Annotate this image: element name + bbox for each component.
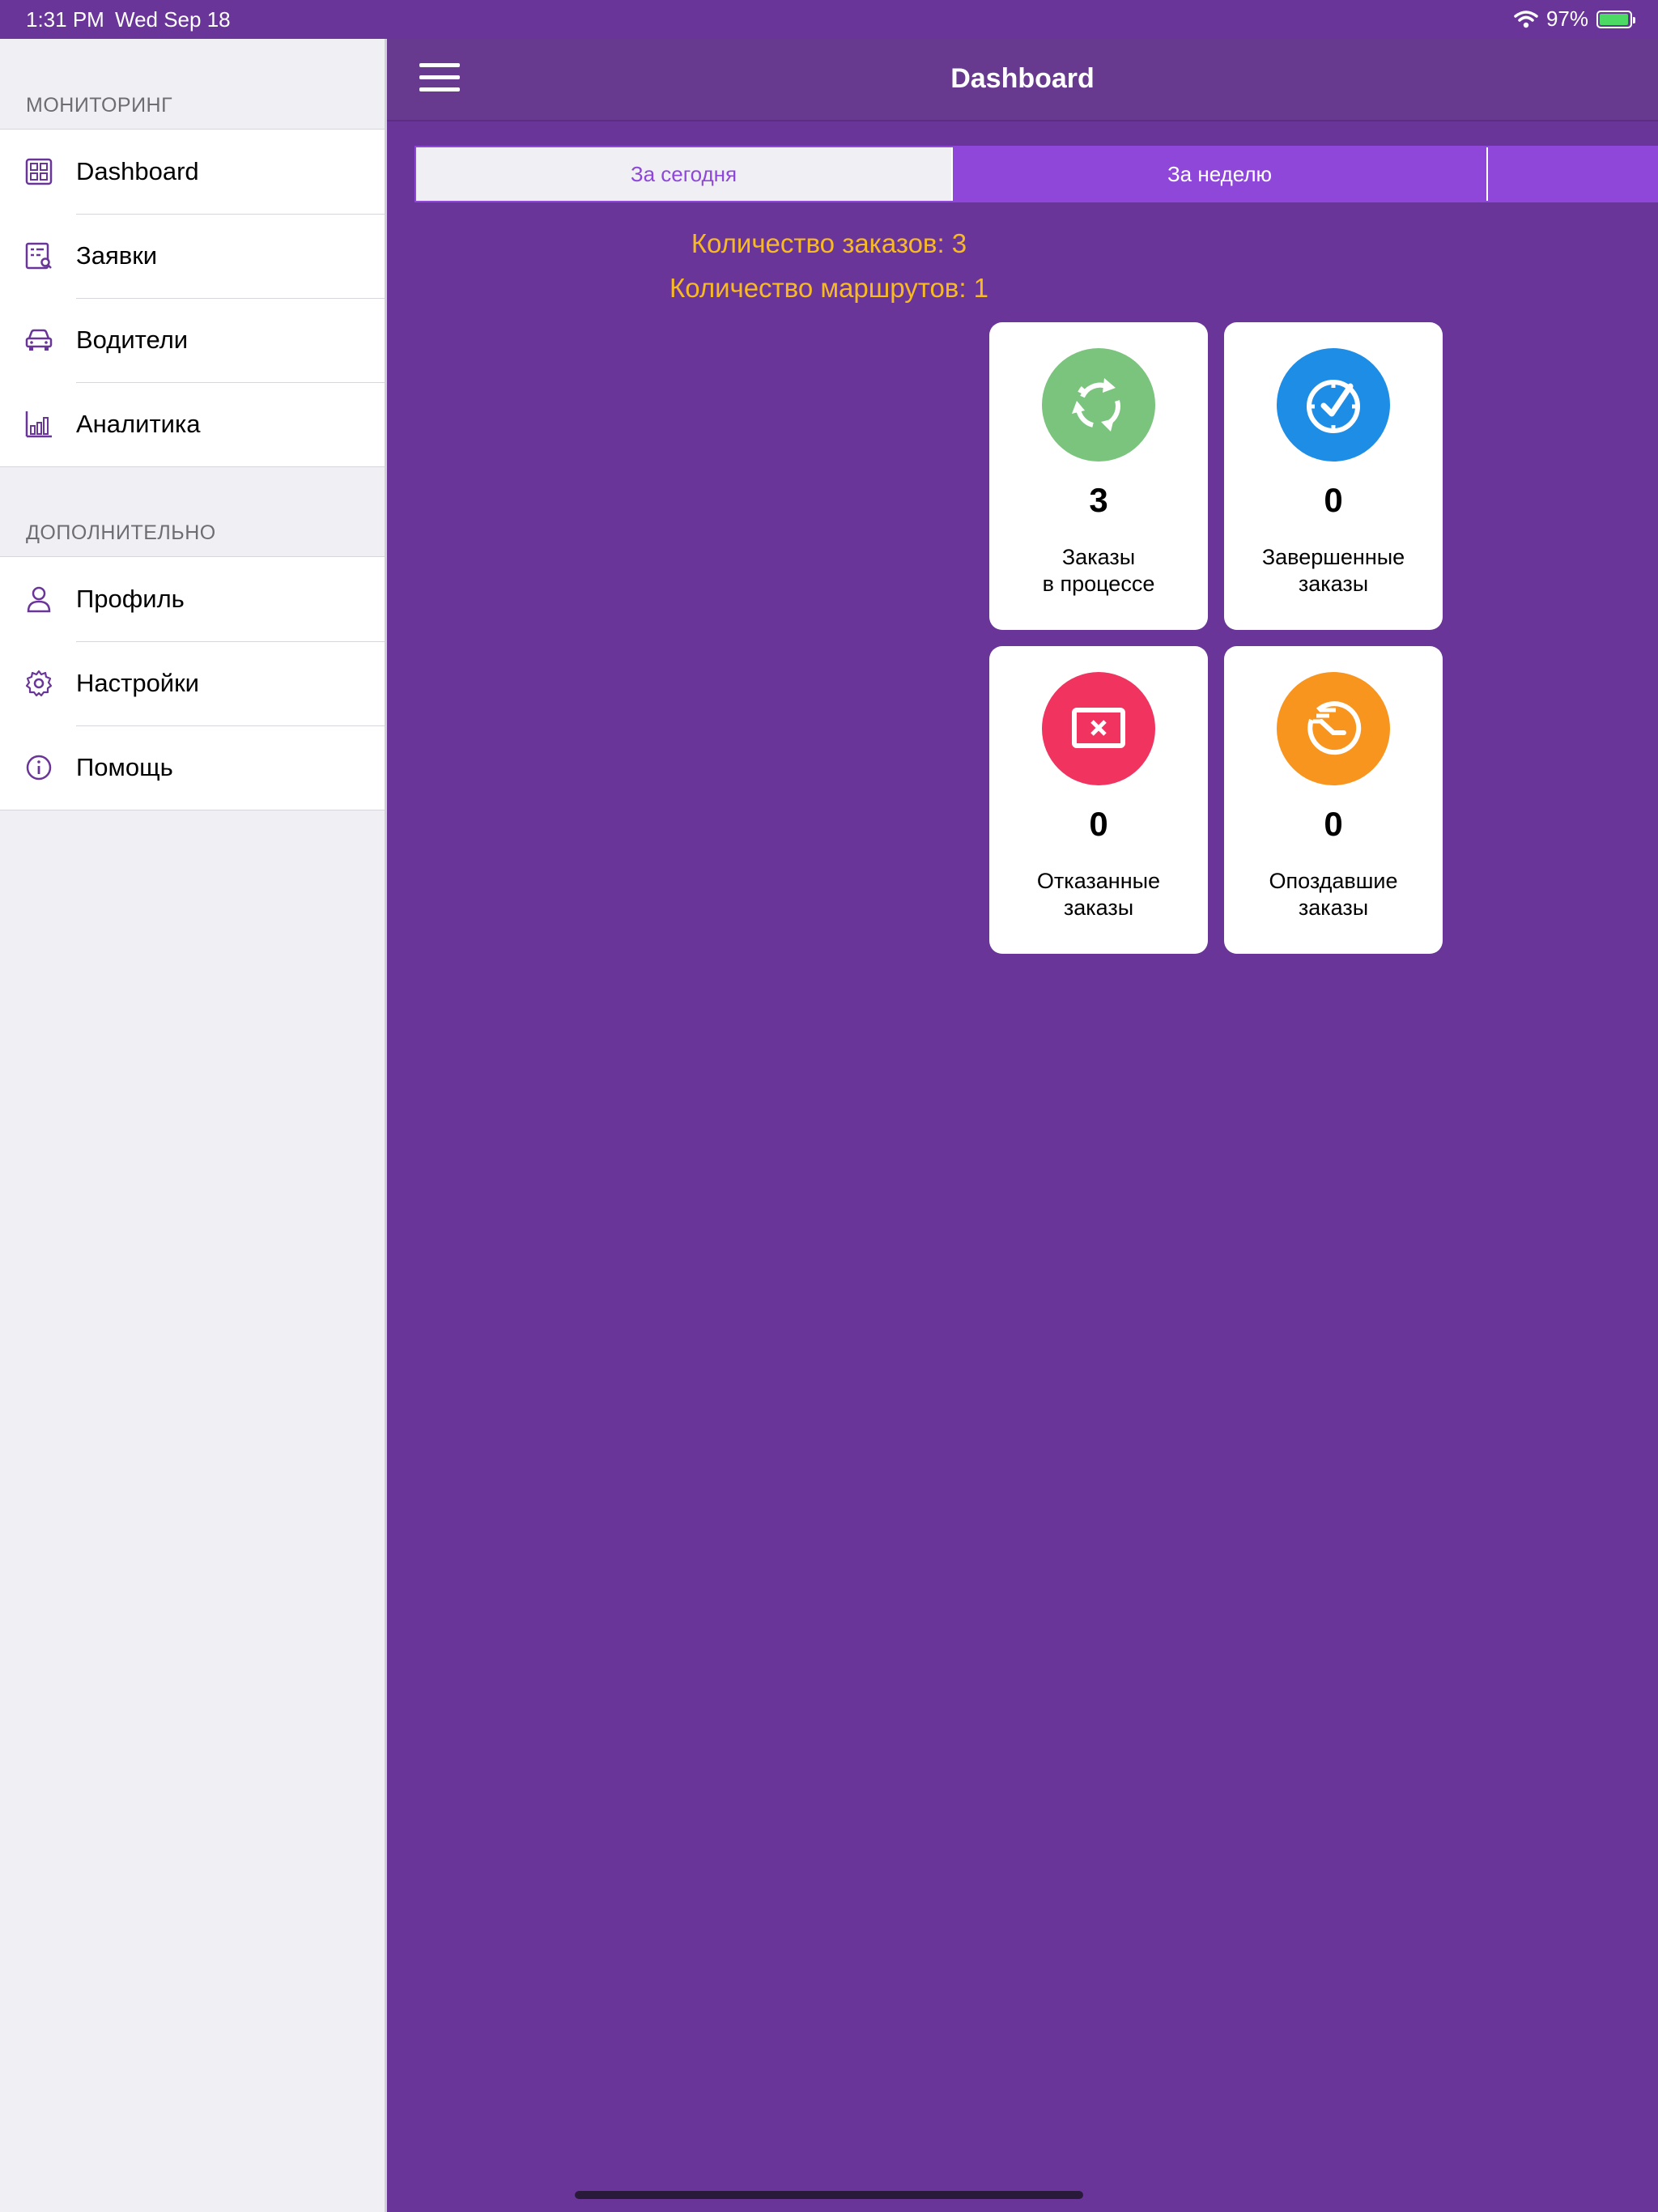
navigation-bar: Dashboard — [387, 39, 1658, 121]
section-header-monitoring: МОНИТОРИНГ — [26, 94, 173, 117]
sidebar-item-label: Аналитика — [76, 410, 201, 438]
sidebar-item-settings[interactable]: Настройки — [0, 641, 385, 725]
status-bar: 1:31 PM Wed Sep 18 97% — [0, 0, 1658, 39]
period-segmented-control: За сегодня За неделю — [414, 146, 1658, 202]
card-orders-in-progress[interactable]: 3 Заказы в процессе — [989, 322, 1208, 630]
card-orders-late[interactable]: 0 Опоздавшие заказы — [1224, 646, 1443, 954]
user-icon — [27, 586, 51, 613]
status-time: 1:31 PM — [26, 7, 104, 32]
routes-count-text: Количество маршрутов: 1 — [669, 273, 989, 303]
refresh-icon — [1072, 378, 1120, 432]
card-value: 0 — [1324, 805, 1343, 843]
card-orders-completed[interactable]: 0 Завершенные заказы — [1224, 322, 1443, 630]
card-value: 0 — [1089, 805, 1108, 843]
page-title: Dashboard — [950, 63, 1095, 94]
card-value: 3 — [1089, 481, 1108, 519]
bar-chart-icon — [25, 411, 52, 438]
orders-count-text: Количество заказов: 3 — [691, 228, 967, 258]
home-indicator[interactable] — [575, 2191, 1083, 2199]
gear-icon — [25, 670, 53, 697]
tab-today[interactable]: За сегодня — [416, 147, 951, 201]
tab-next-partial[interactable] — [1486, 147, 1658, 201]
sidebar-item-label: Профиль — [76, 585, 185, 613]
sidebar-item-label: Настройки — [76, 669, 200, 697]
battery-icon — [1596, 10, 1635, 28]
card-icon-circle — [1042, 672, 1155, 785]
card-label: Завершенные заказы — [1261, 545, 1405, 596]
sidebar-item-dashboard[interactable]: Dashboard — [0, 130, 385, 214]
card-label: Заказы в процессе — [1042, 545, 1155, 596]
sidebar-item-label: Dashboard — [76, 157, 199, 185]
sidebar: МОНИТОРИНГ Dashboard Заявки Водители Ана… — [0, 39, 387, 2212]
card-label: Опоздавшие заказы — [1269, 869, 1398, 920]
info-icon — [26, 755, 52, 781]
late-clock-icon — [1307, 701, 1362, 755]
card-icon-circle — [1042, 348, 1155, 462]
status-right: 97% — [1514, 6, 1635, 32]
sidebar-item-drivers[interactable]: Водители — [0, 298, 385, 382]
menu-group-additional: Профиль Настройки Помощь — [0, 556, 385, 810]
card-value: 0 — [1324, 481, 1343, 519]
car-icon — [25, 329, 53, 351]
sidebar-item-profile[interactable]: Профиль — [0, 557, 385, 641]
sidebar-item-label: Водители — [76, 325, 189, 354]
sidebar-item-analytics[interactable]: Аналитика — [0, 382, 385, 466]
status-date: Wed Sep 18 — [115, 7, 231, 32]
wifi-icon — [1514, 10, 1538, 28]
card-label: Отказанные заказы — [1036, 869, 1161, 920]
card-icon-circle — [1277, 672, 1390, 785]
battery-percent: 97% — [1545, 6, 1588, 31]
sidebar-item-label: Помощь — [76, 753, 173, 781]
sidebar-item-help[interactable]: Помощь — [0, 725, 385, 810]
rejected-icon — [1072, 708, 1125, 748]
tab-week[interactable]: За неделю — [951, 147, 1486, 201]
clock-check-icon — [1307, 380, 1360, 433]
card-icon-circle — [1277, 348, 1390, 462]
section-header-additional: ДОПОЛНИТЕЛЬНО — [26, 521, 216, 544]
card-orders-rejected[interactable]: 0 Отказанные заказы — [989, 646, 1208, 954]
dashboard-icon — [25, 158, 53, 185]
